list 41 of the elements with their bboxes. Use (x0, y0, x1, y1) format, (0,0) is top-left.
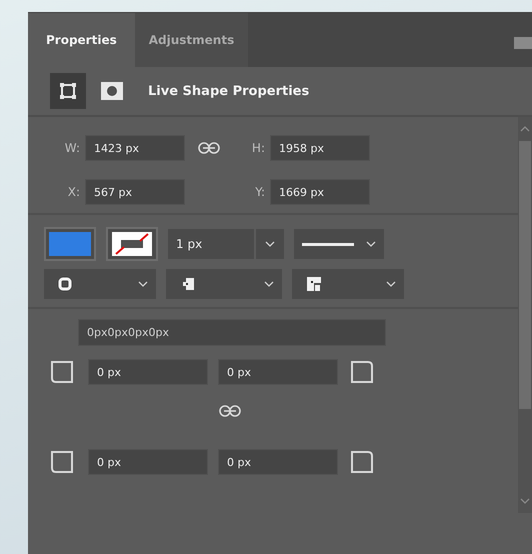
corner-icon (48, 358, 76, 386)
scrollbar-thumb[interactable] (519, 141, 531, 409)
line-cap-icon (182, 277, 196, 291)
stroke-width-dropdown[interactable]: 1 px (168, 229, 284, 259)
y-position-field[interactable]: 1669 px (270, 179, 370, 205)
corner-join-icon (306, 276, 322, 292)
corner-radius-field[interactable]: 0 px (218, 449, 338, 475)
stroke-swatch[interactable] (106, 227, 158, 261)
chevron-down-icon[interactable] (138, 281, 148, 287)
y-label: Y: (254, 185, 266, 199)
corner-radius-summary-field[interactable]: 0px0px0px0px (78, 319, 386, 346)
chevron-down-icon[interactable] (265, 241, 275, 247)
corner-icon (348, 448, 376, 476)
scrollbar[interactable] (518, 117, 532, 513)
corner-icon (348, 358, 376, 386)
corner-radius-field[interactable]: 0 px (218, 359, 338, 385)
chevron-down-icon[interactable] (366, 241, 376, 247)
line-cap-dropdown[interactable] (166, 269, 282, 299)
panel-title: Live Shape Properties (148, 84, 310, 98)
chevron-down-icon[interactable] (264, 281, 274, 287)
x-position-field[interactable]: 567 px (85, 179, 185, 205)
width-label: W: (64, 141, 81, 155)
height-field[interactable]: 1958 px (270, 135, 370, 161)
rounded-square-icon (58, 277, 72, 291)
fill-swatch[interactable] (44, 227, 96, 261)
panel-tab[interactable]: Adjustments (134, 13, 248, 67)
corner-radius-field[interactable]: 0 px (88, 359, 208, 385)
stroke-type-dropdown[interactable] (294, 229, 384, 259)
width-field[interactable]: 1423 px (85, 135, 185, 161)
corner-radius-field[interactable]: 0 px (88, 449, 208, 475)
chevron-down-icon[interactable] (386, 281, 396, 287)
corner-icon (48, 448, 76, 476)
stroke-align-dropdown[interactable] (44, 269, 156, 299)
shape-transform-icon[interactable] (50, 73, 86, 109)
panel-tab[interactable]: Properties (28, 13, 135, 67)
link-icon[interactable] (218, 405, 242, 417)
link-icon[interactable] (197, 142, 221, 154)
solid-line-icon (302, 242, 354, 246)
corner-join-dropdown[interactable] (292, 269, 404, 299)
x-label: X: (66, 185, 81, 199)
height-label: H: (250, 141, 266, 155)
